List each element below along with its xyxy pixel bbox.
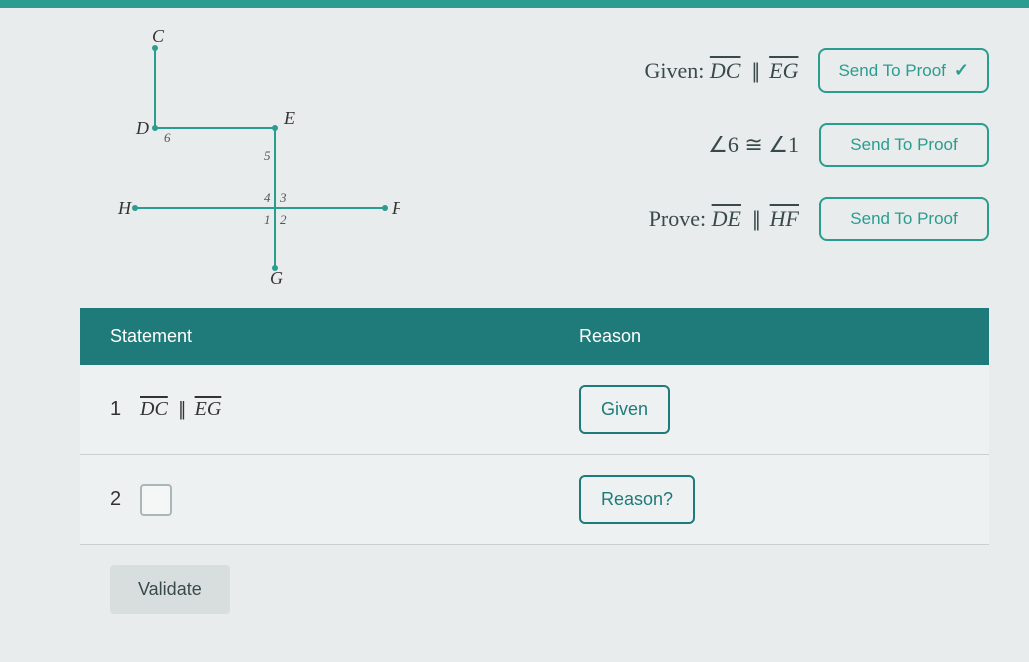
prove-text: Prove: DE || HF (440, 206, 799, 232)
row-number: 1 (110, 398, 140, 421)
reason-button-empty[interactable]: Reason? (579, 475, 695, 524)
prove-row: Prove: DE || HF Send To Proof (440, 197, 989, 241)
row-number: 2 (110, 488, 140, 511)
validate-button[interactable]: Validate (110, 565, 230, 614)
angle-6: 6 (164, 130, 171, 145)
header-reason: Reason (579, 326, 959, 347)
point-h: H (117, 198, 132, 218)
header-statement: Statement (110, 326, 579, 347)
upper-section: C D E H F G 6 5 4 3 1 2 Given: DC || EG … (0, 8, 1029, 308)
given-row-2: ∠6 ≅ ∠1 Send To Proof (440, 123, 989, 167)
row-statement-empty[interactable] (140, 484, 579, 516)
angle-3: 3 (279, 190, 287, 205)
geometry-diagram: C D E H F G 6 5 4 3 1 2 (80, 28, 400, 288)
angle-1: 1 (264, 212, 271, 227)
proof-table: Statement Reason 1 DC || EG Given 2 Reas… (80, 308, 989, 545)
send-to-proof-button-3[interactable]: Send To Proof (819, 197, 989, 241)
point-e: E (283, 108, 295, 128)
reason-button-given[interactable]: Given (579, 385, 670, 434)
angle-5: 5 (264, 148, 271, 163)
check-icon: ✓ (954, 60, 969, 81)
givens-panel: Given: DC || EG Send To Proof ✓ ∠6 ≅ ∠1 … (440, 28, 989, 288)
point-f: F (391, 198, 400, 218)
point-c: C (152, 28, 165, 46)
table-header: Statement Reason (80, 308, 989, 365)
given-row-1: Given: DC || EG Send To Proof ✓ (440, 48, 989, 93)
send-to-proof-button-1[interactable]: Send To Proof ✓ (818, 48, 989, 93)
top-accent-bar (0, 0, 1029, 8)
table-row: 2 Reason? (80, 455, 989, 545)
row-statement: DC || EG (140, 398, 579, 421)
angle-4: 4 (264, 190, 271, 205)
point-d: D (135, 118, 149, 138)
send-to-proof-button-2[interactable]: Send To Proof (819, 123, 989, 167)
angle-2: 2 (280, 212, 287, 227)
table-row: 1 DC || EG Given (80, 365, 989, 455)
empty-statement-box[interactable] (140, 484, 172, 516)
given-1-text: Given: DC || EG (440, 58, 798, 84)
point-g: G (270, 268, 283, 288)
given-2-text: ∠6 ≅ ∠1 (440, 132, 799, 158)
